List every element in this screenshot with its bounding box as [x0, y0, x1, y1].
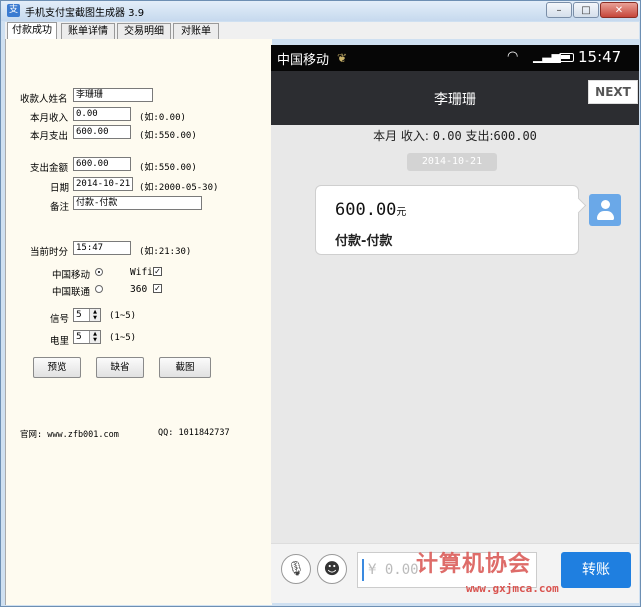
qq-text: QQ: 1011842737 [158, 428, 230, 438]
status-clock: 15:47 [578, 48, 622, 66]
wifi-icon: ◠ [507, 49, 519, 64]
summary-expense: 600.00 [493, 129, 537, 143]
wifi-checkbox[interactable]: ✓ [153, 267, 162, 276]
website-text: 官网: www.zfb001.com [20, 430, 119, 440]
signal-icon: ▁▃▅ [533, 49, 561, 63]
monthly-summary: 本月 收入: 0.00 支出:600.00 [271, 127, 639, 144]
summary-income: 0.00 [432, 129, 462, 143]
income-input[interactable]: 0.00 [73, 107, 131, 121]
bubble-amount-unit: 元 [396, 207, 407, 218]
preview-button[interactable]: 预览 [33, 357, 81, 378]
signal-hint: (1~5) [109, 311, 137, 321]
net360-checkbox[interactable]: ✓ [153, 284, 162, 293]
default-button[interactable]: 缺省 [96, 357, 144, 378]
expense-hint: (如:550.00) [139, 131, 197, 141]
income-label: 本月收入 [30, 113, 69, 124]
watermark-text: 计算机协会 [416, 552, 532, 577]
date-chip: 2014-10-21 [407, 153, 497, 171]
income-hint: (如:0.00) [139, 113, 186, 123]
battery-stepper[interactable]: 5 ▲ ▼ [73, 330, 101, 344]
close-button[interactable]: ✕ [600, 2, 638, 18]
note-input[interactable]: 付款-付款 [73, 196, 202, 210]
window-title: 手机支付宝截图生成器 3.9 [25, 8, 145, 19]
title-bar: 支 手机支付宝截图生成器 3.9 – □ ✕ [1, 1, 640, 21]
app-window: 支 手机支付宝截图生成器 3.9 – □ ✕ 付款成功 账单详情 交易明细 对账… [0, 0, 641, 607]
tab-payment-success[interactable]: 付款成功 [7, 22, 57, 39]
net360-label: 360 [130, 284, 148, 295]
chat-title: 李珊珊 [434, 92, 476, 108]
user-avatar-icon[interactable] [589, 194, 621, 226]
carrier-logo-icon: ❦ [337, 51, 348, 65]
wifi-label: Wifi [130, 267, 153, 278]
carrier-mobile-label: 中国移动 [52, 270, 91, 281]
carrier-name: 中国移动 [277, 53, 330, 68]
summary-mid: 支出: [465, 129, 494, 143]
next-button[interactable]: NEXT [588, 80, 638, 104]
amount-label: 支出金额 [30, 163, 69, 174]
expense-input[interactable]: 600.00 [73, 125, 131, 139]
summary-prefix: 本月 收入: [373, 129, 429, 143]
payee-input[interactable]: 李珊珊 [73, 88, 153, 102]
payee-label: 收款人姓名 [20, 94, 68, 105]
carrier-unicom-radio[interactable] [95, 285, 103, 293]
time-input[interactable]: 15:47 [73, 241, 131, 255]
battery-hint: (1~5) [109, 333, 137, 343]
tab-statement[interactable]: 对账单 [173, 23, 219, 39]
app-icon: 支 [7, 4, 20, 17]
time-hint: (如:21:30) [139, 247, 192, 257]
signal-value: 5 [76, 310, 82, 320]
microphone-icon[interactable]: 🎙 [281, 554, 311, 584]
amount-hint: (如:550.00) [139, 163, 197, 173]
form-panel: 收款人姓名 李珊珊 本月收入 0.00 (如:0.00) 本月支出 600.00… [5, 39, 272, 605]
maximize-button[interactable]: □ [573, 2, 599, 18]
tab-bill-details[interactable]: 账单详情 [61, 23, 115, 39]
battery-spin-arrows-icon[interactable]: ▲ ▼ [89, 331, 100, 343]
emoji-icon[interactable]: ☻ [317, 554, 347, 584]
date-hint: (如:2000-05-30) [139, 183, 219, 193]
battery-icon [559, 53, 574, 62]
tab-transactions[interactable]: 交易明细 [117, 23, 171, 39]
carrier-unicom-label: 中国联通 [52, 287, 91, 298]
date-label: 日期 [50, 183, 70, 194]
expense-label: 本月支出 [30, 131, 69, 142]
tab-bar: 付款成功 账单详情 交易明细 对账单 [5, 22, 639, 39]
bubble-amount-value: 600.00 [335, 200, 397, 220]
payment-bubble[interactable]: 600.00元 付款-付款 [315, 185, 579, 255]
signal-label: 信号 [50, 314, 70, 325]
date-input[interactable]: 2014-10-21 [73, 177, 133, 191]
phone-preview: 中国移动 ❦ ◠ ▁▃▅ 15:47 李珊珊 本月 收入: 0.00 支出:60… [271, 45, 639, 603]
signal-spin-arrows-icon[interactable]: ▲ ▼ [89, 309, 100, 321]
time-label: 当前时分 [30, 247, 69, 258]
capture-button[interactable]: 截图 [159, 357, 211, 378]
battery-label: 电里 [50, 336, 70, 347]
signal-stepper[interactable]: 5 ▲ ▼ [73, 308, 101, 322]
watermark-site: www.gxjmca.com [466, 582, 559, 595]
minimize-button[interactable]: – [546, 2, 572, 18]
carrier-mobile-radio[interactable] [95, 268, 103, 276]
bubble-amount: 600.00元 [335, 200, 406, 220]
bubble-note: 付款-付款 [335, 234, 393, 249]
note-label: 备注 [50, 202, 70, 213]
phone-status-bar: 中国移动 ❦ ◠ ▁▃▅ 15:47 [271, 45, 639, 71]
chat-header: 李珊珊 [271, 71, 639, 125]
amount-input[interactable]: 600.00 [73, 157, 131, 171]
battery-value: 5 [76, 332, 82, 342]
